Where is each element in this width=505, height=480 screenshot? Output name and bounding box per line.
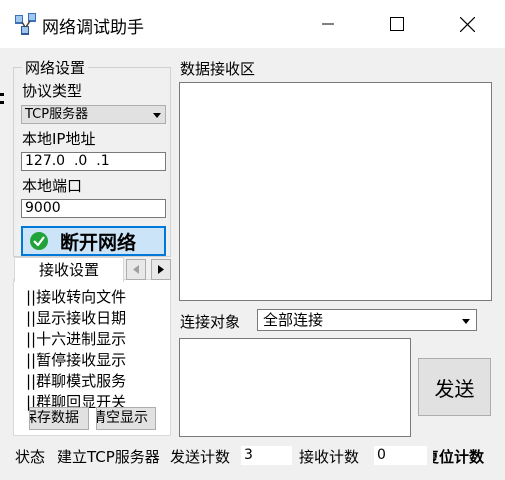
left-edge-marker: [0, 90, 5, 108]
network-settings-title: 网络设置: [22, 57, 89, 78]
status-label: 状态: [15, 448, 46, 466]
data-receive-area[interactable]: [179, 82, 492, 301]
connect-target-value: 全部连接: [263, 311, 324, 329]
option-hex-display[interactable]: ||十六进制显示: [26, 328, 156, 349]
clear-display-label: 清空显示: [96, 410, 148, 426]
tab-receive-settings[interactable]: 接收设置: [14, 257, 124, 282]
connect-target-select[interactable]: 全部连接: [257, 309, 477, 331]
chevron-down-icon: [462, 319, 470, 324]
option-group-chat-mode[interactable]: ||群聊模式服务: [26, 370, 156, 391]
protocol-type-value: TCP服务器: [25, 107, 89, 122]
minimize-button[interactable]: [305, 0, 351, 48]
maximize-button[interactable]: [374, 0, 420, 48]
local-ip-label: 本地IP地址: [22, 130, 96, 148]
status-value: 建立TCP服务器: [57, 448, 160, 466]
option-pause-receive[interactable]: ||暂停接收显示: [26, 349, 156, 370]
option-receive-to-file[interactable]: ||接收转向文件: [26, 286, 156, 307]
save-data-button[interactable]: 保存数据: [29, 407, 89, 430]
window-title: 网络调试助手: [42, 18, 144, 38]
reset-count-label: 复位计数: [433, 448, 485, 466]
send-button[interactable]: 发送: [418, 358, 491, 416]
minimize-icon: [322, 23, 334, 25]
send-input-area[interactable]: [179, 338, 411, 437]
chevron-down-icon: [153, 113, 161, 118]
app-network-icon: [14, 12, 38, 36]
disconnect-network-button[interactable]: 断开网络: [21, 226, 166, 256]
connect-target-label: 连接对象: [180, 313, 241, 331]
close-button[interactable]: [444, 0, 490, 48]
tab-scroll-left-button[interactable]: [126, 259, 146, 280]
receive-area-label: 数据接收区: [180, 60, 256, 78]
checkmark-icon: [30, 232, 48, 250]
disconnect-label: 断开网络: [60, 231, 137, 254]
local-ip-field[interactable]: 127.0 .0 .1: [21, 152, 166, 171]
recv-count-field: 0: [374, 446, 427, 465]
send-count-label: 发送计数: [170, 448, 231, 466]
local-port-field[interactable]: 9000: [21, 199, 166, 218]
close-icon: [459, 16, 475, 32]
protocol-type-select[interactable]: TCP服务器: [21, 105, 166, 124]
send-count-field: 3: [241, 446, 292, 465]
chevron-left-icon: [133, 265, 139, 274]
protocol-type-label: 协议类型: [22, 82, 83, 100]
option-show-receive-date[interactable]: ||显示接收日期: [26, 307, 156, 328]
maximize-icon: [390, 17, 404, 31]
clear-display-button[interactable]: 清空显示: [96, 407, 156, 430]
chevron-right-icon: [158, 265, 164, 274]
recv-count-label: 接收计数: [299, 448, 360, 466]
reset-count-button[interactable]: 复位计数: [433, 443, 490, 467]
tab-scroll-right-button[interactable]: [151, 259, 171, 280]
save-data-label: 保存数据: [30, 410, 79, 426]
local-port-label: 本地端口: [22, 177, 83, 195]
